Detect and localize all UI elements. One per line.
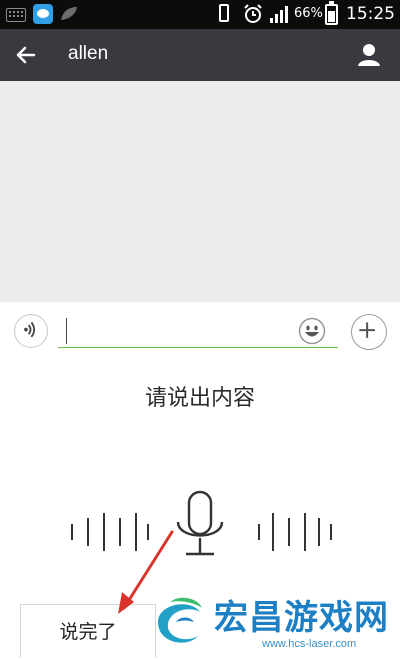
clock: 15:25: [346, 4, 395, 24]
voice-icon: [24, 321, 36, 338]
voice-toggle-button[interactable]: [14, 314, 48, 348]
input-bar: [0, 302, 400, 360]
leaf-icon: [61, 7, 77, 20]
message-input[interactable]: [58, 314, 338, 348]
battery-charging-icon: [325, 1, 338, 25]
plus-icon: [359, 322, 375, 338]
emoji-icon[interactable]: [298, 317, 326, 345]
microphone-icon: [176, 490, 224, 556]
more-button[interactable]: [351, 314, 387, 350]
status-bar: 66% 15:25: [0, 0, 400, 29]
back-arrow-icon[interactable]: [12, 41, 40, 69]
chat-message-area[interactable]: [0, 81, 400, 302]
app-icon: [33, 4, 53, 24]
signal-icon: [270, 6, 288, 23]
voice-prompt: 请说出内容: [144, 386, 255, 411]
battery-percent: 66%: [294, 6, 323, 21]
alarm-icon: [244, 4, 262, 23]
keyboard-icon: [6, 8, 26, 22]
watermark-url: www.hcs-laser.com: [262, 638, 357, 650]
profile-icon[interactable]: [353, 39, 385, 71]
sound-wave-icon: [258, 513, 332, 551]
phone-vibrate-icon: [219, 4, 229, 22]
chat-title: allen: [68, 43, 109, 64]
watermark-logo: [158, 597, 202, 643]
watermark-text: 宏昌游戏网: [214, 598, 389, 638]
title-bar: allen: [0, 29, 400, 81]
text-cursor: [66, 318, 67, 344]
